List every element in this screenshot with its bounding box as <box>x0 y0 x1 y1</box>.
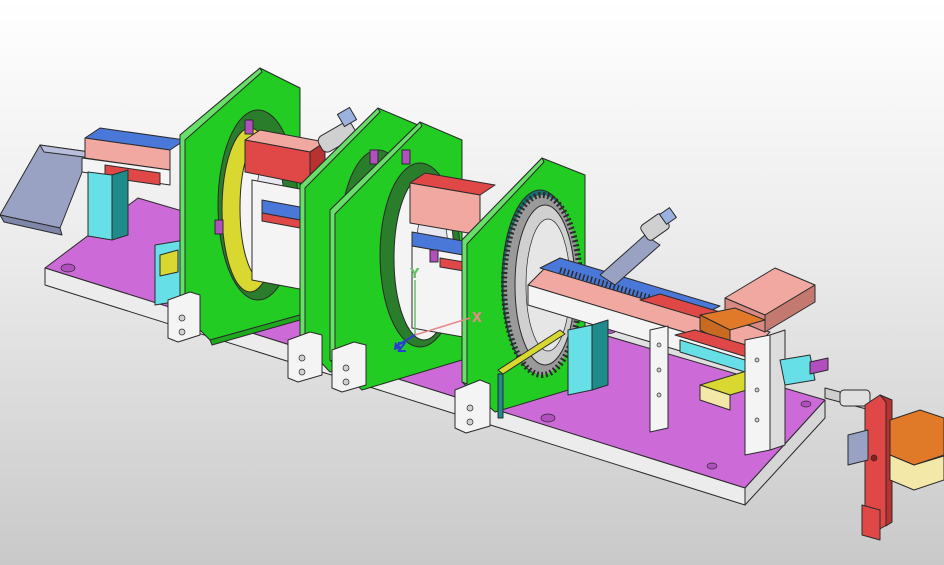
red-lever[interactable] <box>861 394 893 541</box>
foot-bracket-3[interactable] <box>331 341 367 393</box>
output-shaft[interactable] <box>824 387 871 411</box>
cad-viewport[interactable]: Z X Y <box>0 0 944 565</box>
upper-cylinder[interactable] <box>599 207 677 286</box>
axis-x-label: X <box>472 311 482 326</box>
assembly-model[interactable]: Z X Y <box>0 0 944 565</box>
axis-z-label: Z <box>397 341 406 356</box>
foot-bracket-2[interactable] <box>287 331 323 383</box>
left-chute[interactable] <box>0 144 93 236</box>
right-end-block[interactable] <box>847 409 944 491</box>
axis-y-label: Y <box>409 267 420 282</box>
foot-bracket-1[interactable] <box>167 291 201 343</box>
